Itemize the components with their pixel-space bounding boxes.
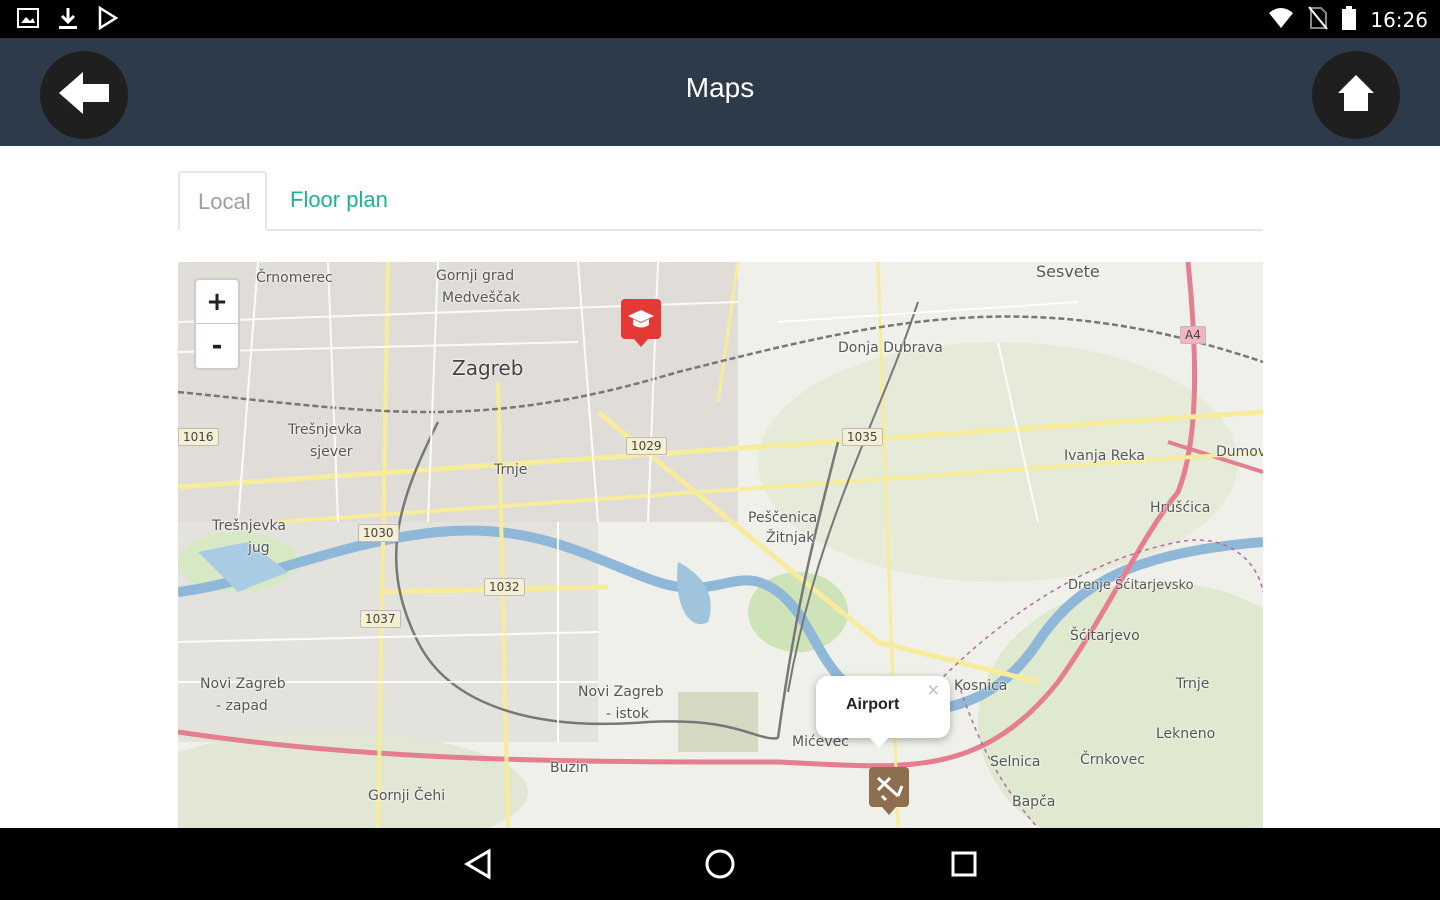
popup-close-button[interactable]: × <box>927 680 940 699</box>
home-icon <box>1336 73 1376 117</box>
place-label: Donja Dubrava <box>838 340 943 356</box>
status-time: 16:26 <box>1370 8 1428 32</box>
popup-title: Airport <box>846 696 900 713</box>
graduation-cap-icon <box>621 299 661 347</box>
airport-popup: Airport × <box>816 676 950 748</box>
place-label: Buzin <box>550 760 589 776</box>
road-number: 1030 <box>358 524 399 542</box>
place-label: Trnje <box>1176 676 1210 692</box>
download-icon <box>56 6 80 36</box>
road-number: 1035 <box>842 428 883 446</box>
place-label: - istok <box>606 706 649 722</box>
place-label: Črnomerec <box>256 270 333 286</box>
page-title: Maps <box>685 72 755 103</box>
place-label: Novi Zagreb <box>578 684 664 700</box>
road-number: 1029 <box>626 437 667 455</box>
place-label: jug <box>248 540 270 556</box>
place-label: Šćitarjevo <box>1070 628 1140 644</box>
place-label: Bapča <box>1012 794 1056 810</box>
place-label: Trnje <box>494 462 528 478</box>
road-number: A4 <box>1180 326 1206 344</box>
place-label: Hrušćica <box>1150 500 1211 516</box>
tab-floor-plan[interactable]: Floor plan <box>272 171 406 229</box>
place-label: Žitnjak <box>766 530 815 546</box>
place-label: Dumov <box>1216 444 1263 460</box>
play-store-icon <box>96 5 120 36</box>
nav-back-icon <box>463 848 493 884</box>
nav-recents-icon <box>950 850 978 882</box>
popup-tip <box>868 736 890 748</box>
road-number: 1032 <box>484 578 525 596</box>
app-bar: Maps <box>0 38 1440 146</box>
place-label: - zapad <box>216 698 268 714</box>
nav-home-button[interactable] <box>700 846 740 886</box>
nav-home-icon <box>704 848 736 884</box>
tab-bar: Local Floor plan <box>178 171 1263 231</box>
place-label: Gornji grad <box>436 268 515 284</box>
zoom-in-button[interactable]: + <box>196 280 238 324</box>
place-label: Gornji Čehi <box>368 788 446 804</box>
navigation-bar <box>0 828 1440 900</box>
no-sim-icon <box>1308 6 1329 34</box>
place-label: sjever <box>310 444 353 460</box>
zoom-control: + - <box>194 278 240 370</box>
place-label: Kosnica <box>954 678 1008 694</box>
place-label: Črnkovec <box>1080 752 1145 768</box>
airplane-icon <box>869 767 909 815</box>
place-label: Novi Zagreb <box>200 676 286 692</box>
nav-back-button[interactable] <box>458 846 498 886</box>
tab-local[interactable]: Local <box>178 171 267 231</box>
map-view[interactable]: Črnomerec Gornji grad Medveščak Zagreb S… <box>178 262 1263 828</box>
place-label: Peščenica <box>748 510 818 526</box>
place-label: Ivanja Reka <box>1064 448 1145 464</box>
place-label: Zagreb <box>452 356 524 380</box>
place-label: Selnica <box>990 754 1041 770</box>
nav-recents-button[interactable] <box>944 846 984 886</box>
wifi-icon <box>1268 7 1294 33</box>
road-number: 1037 <box>360 610 401 628</box>
map-tiles <box>178 262 1263 828</box>
status-bar: 16:26 <box>0 0 1440 38</box>
place-label: Trešnjevka <box>212 518 286 534</box>
zoom-out-button[interactable]: - <box>196 324 238 368</box>
place-label: Sesvete <box>1036 262 1100 281</box>
place-label: Lekneno <box>1156 726 1216 742</box>
image-icon <box>16 6 40 36</box>
place-label: Trešnjevka <box>288 422 362 438</box>
road-number: 1016 <box>178 428 219 446</box>
home-button[interactable] <box>1312 51 1400 139</box>
battery-icon <box>1342 6 1357 34</box>
place-label: Medveščak <box>442 290 521 306</box>
place-label: Drenje Šćitarjevsko <box>1068 578 1194 593</box>
